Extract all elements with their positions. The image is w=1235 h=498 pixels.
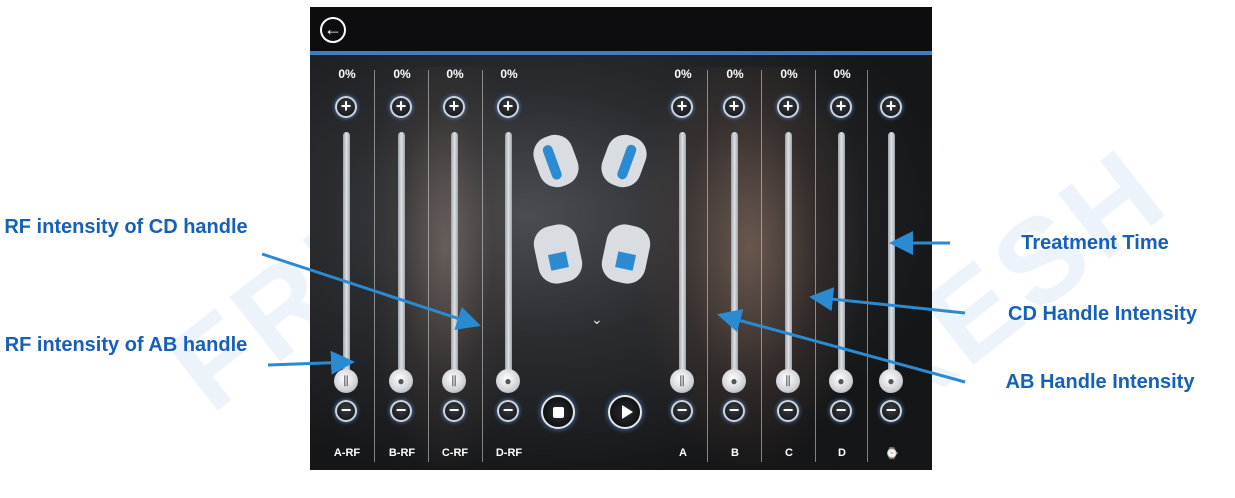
callout-arrows	[261, 231, 966, 384]
arrow-rf-cd	[261, 252, 481, 330]
arrow-cd-intensity	[809, 287, 966, 315]
arrow-rf-ab	[267, 350, 355, 375]
arrow-ab-intensity	[717, 308, 966, 384]
